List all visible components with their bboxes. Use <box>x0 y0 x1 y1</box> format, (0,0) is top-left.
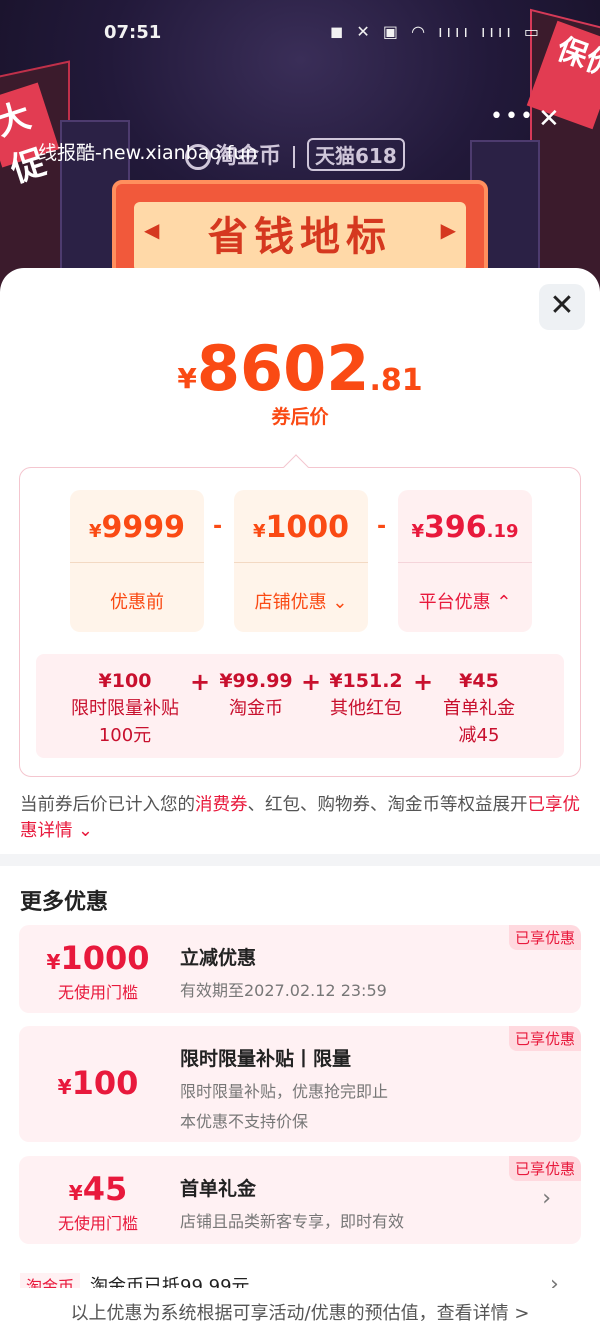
discount-amount: ¥100 <box>19 1064 177 1102</box>
divider <box>398 562 532 563</box>
divider <box>234 562 368 563</box>
breakdown-sublabel: 100元 <box>98 725 152 746</box>
breakdown-label: 淘金币 <box>229 698 283 719</box>
discount-value: 45 <box>82 1170 128 1208</box>
status-icons: ◼ ✕ ▣ ◠ ıııı ıııı ▭ <box>330 22 543 41</box>
platform-discount-integer: 396 <box>424 510 487 545</box>
discount-desc: 有效期至2027.02.12 23:59 <box>180 981 387 1000</box>
price-note: 当前券后价已计入您的消费券、红包、购物券、淘金币等权益展开已享优惠详情 ⌄ <box>20 792 585 844</box>
triangle-right-icon: ▶ <box>440 218 456 242</box>
discount-amount: ¥1000 <box>19 939 177 977</box>
breakdown-value: ¥45 <box>459 670 499 692</box>
platform-discount-decimal: .19 <box>486 521 519 542</box>
platform-discount-box[interactable]: ¥396.19 平台优惠 ⌃ <box>398 490 532 632</box>
breakdown-item: ¥45 首单礼金 减45 <box>434 668 524 749</box>
status-bar: 07:51 ◼ ✕ ▣ ◠ ıııı ıııı ▭ <box>0 18 600 48</box>
more-discounts-title: 更多优惠 <box>20 890 109 915</box>
breakdown-label: 首单礼金 <box>443 698 515 719</box>
breakdown-value: ¥100 <box>98 670 152 692</box>
landmark-title: 省钱地标 <box>134 202 466 272</box>
enjoyed-badge: 已享优惠 <box>508 925 581 950</box>
currency-symbol: ¥ <box>88 521 102 542</box>
watermark-text: 线报酷-new.xianbao.fun <box>38 142 258 164</box>
promo-banner: 大促 保价 07:51 ◼ ✕ ▣ ◠ ıııı ıııı ▭ ••• ✕ 淘金… <box>0 0 600 300</box>
divider <box>293 146 296 168</box>
currency-symbol: ¥ <box>177 362 197 395</box>
price-before-label: 优惠前 <box>110 592 164 613</box>
note-highlight: 消费券 <box>195 795 248 815</box>
discount-desc: 限时限量补贴，优惠抢完即止 <box>180 1082 389 1101</box>
shop-discount-label: 店铺优惠 ⌄ <box>234 588 368 614</box>
close-icon[interactable]: ✕ <box>538 104 560 134</box>
final-price-integer: 8602 <box>196 332 370 405</box>
triangle-left-icon: ◀ <box>144 218 160 242</box>
discount-value: 100 <box>71 1064 139 1102</box>
platform-breakdown: ¥100 限时限量补贴 100元 + ¥99.99 淘金币 + ¥151.2 其… <box>36 654 564 758</box>
final-price-label: 券后价 <box>271 406 329 428</box>
chevron-right-icon: › <box>542 1186 551 1211</box>
final-price: ¥8602.81 <box>0 332 600 405</box>
chevron-down-icon: ⌄ <box>78 821 93 841</box>
discount-card[interactable]: 已享优惠 ¥45 无使用门槛 首单礼金 店铺且品类新客专享，即时有效 › <box>19 1156 581 1244</box>
discount-title: 立减优惠 <box>180 947 257 969</box>
discount-condition: 无使用门槛 <box>57 983 138 1002</box>
price-before-amount: ¥9999 <box>70 510 204 545</box>
chevron-up-icon: ⌃ <box>496 592 512 613</box>
sheet-close-button[interactable]: ✕ <box>539 284 585 330</box>
final-price-decimal: .81 <box>369 363 423 398</box>
close-icon: ✕ <box>549 288 575 323</box>
shop-discount-amount: ¥1000 <box>234 510 368 545</box>
breakdown-item: ¥100 限时限量补贴 100元 <box>66 668 184 749</box>
discount-title: 限时限量补贴丨限量 <box>180 1048 352 1070</box>
currency-symbol: ¥ <box>68 1181 83 1205</box>
currency-symbol: ¥ <box>411 521 424 542</box>
discount-value: 1000 <box>60 939 150 977</box>
discount-title: 首单礼金 <box>180 1178 257 1200</box>
platform-discount-text: 平台优惠 <box>418 592 491 613</box>
estimate-footer-link[interactable]: 以上优惠为系统根据可享活动/优惠的预估值，查看详情 > <box>0 1288 600 1340</box>
breakdown-item: ¥151.2 其他红包 <box>324 668 408 722</box>
currency-symbol: ¥ <box>57 1075 72 1099</box>
note-text: 、红包、购物券、淘金币等权益展开 <box>247 795 528 815</box>
currency-symbol: ¥ <box>46 950 61 974</box>
breakdown-value: ¥151.2 <box>329 670 403 692</box>
minus-sign: - <box>213 514 223 539</box>
discount-sheet: ✕ ¥8602.81 券后价 ¥9999 优惠前 - ¥1000 店铺优惠 ⌄ … <box>0 268 600 1340</box>
divider <box>70 562 204 563</box>
discount-card[interactable]: 已享优惠 ¥1000 无使用门槛 立减优惠 有效期至2027.02.12 23:… <box>19 925 581 1013</box>
discount-card[interactable]: 已享优惠 ¥100 限时限量补贴丨限量 限时限量补贴，优惠抢完即止 本优惠不支持… <box>19 1026 581 1142</box>
platform-discount-amount: ¥396.19 <box>398 510 532 545</box>
breakdown-item: ¥99.99 淘金币 <box>212 668 300 722</box>
breakdown-label: 其他红包 <box>330 698 402 719</box>
minus-sign: - <box>377 514 387 539</box>
discount-amount: ¥45 <box>19 1170 177 1208</box>
enjoyed-badge: 已享优惠 <box>508 1156 581 1181</box>
note-text: 当前券后价已计入您的 <box>20 795 195 815</box>
partner-logo: 天猫618 <box>307 138 405 171</box>
plus-sign: + <box>301 668 322 696</box>
plus-sign: + <box>190 668 211 696</box>
shop-discount-box[interactable]: ¥1000 店铺优惠 ⌄ <box>234 490 368 632</box>
plus-sign: + <box>413 668 434 696</box>
platform-discount-label: 平台优惠 ⌃ <box>398 588 532 614</box>
discount-condition: 无使用门槛 <box>57 1214 138 1233</box>
chevron-down-icon: ⌄ <box>332 592 348 613</box>
breakdown-sublabel: 减45 <box>458 725 500 746</box>
shop-discount-value: 1000 <box>265 510 350 545</box>
discount-desc: 本优惠不支持价保 <box>180 1112 309 1131</box>
price-before-box: ¥9999 优惠前 <box>70 490 204 632</box>
status-time: 07:51 <box>104 22 162 43</box>
currency-symbol: ¥ <box>252 521 266 542</box>
breakdown-value: ¥99.99 <box>219 670 293 692</box>
discount-desc: 店铺且品类新客专享，即时有效 <box>180 1212 405 1231</box>
price-before-value: 9999 <box>101 510 186 545</box>
breakdown-label: 限时限量补贴 <box>71 698 179 719</box>
more-dots-icon[interactable]: ••• <box>490 104 535 129</box>
enjoyed-badge: 已享优惠 <box>508 1026 581 1051</box>
shop-discount-text: 店铺优惠 <box>254 592 327 613</box>
section-divider <box>0 854 600 866</box>
